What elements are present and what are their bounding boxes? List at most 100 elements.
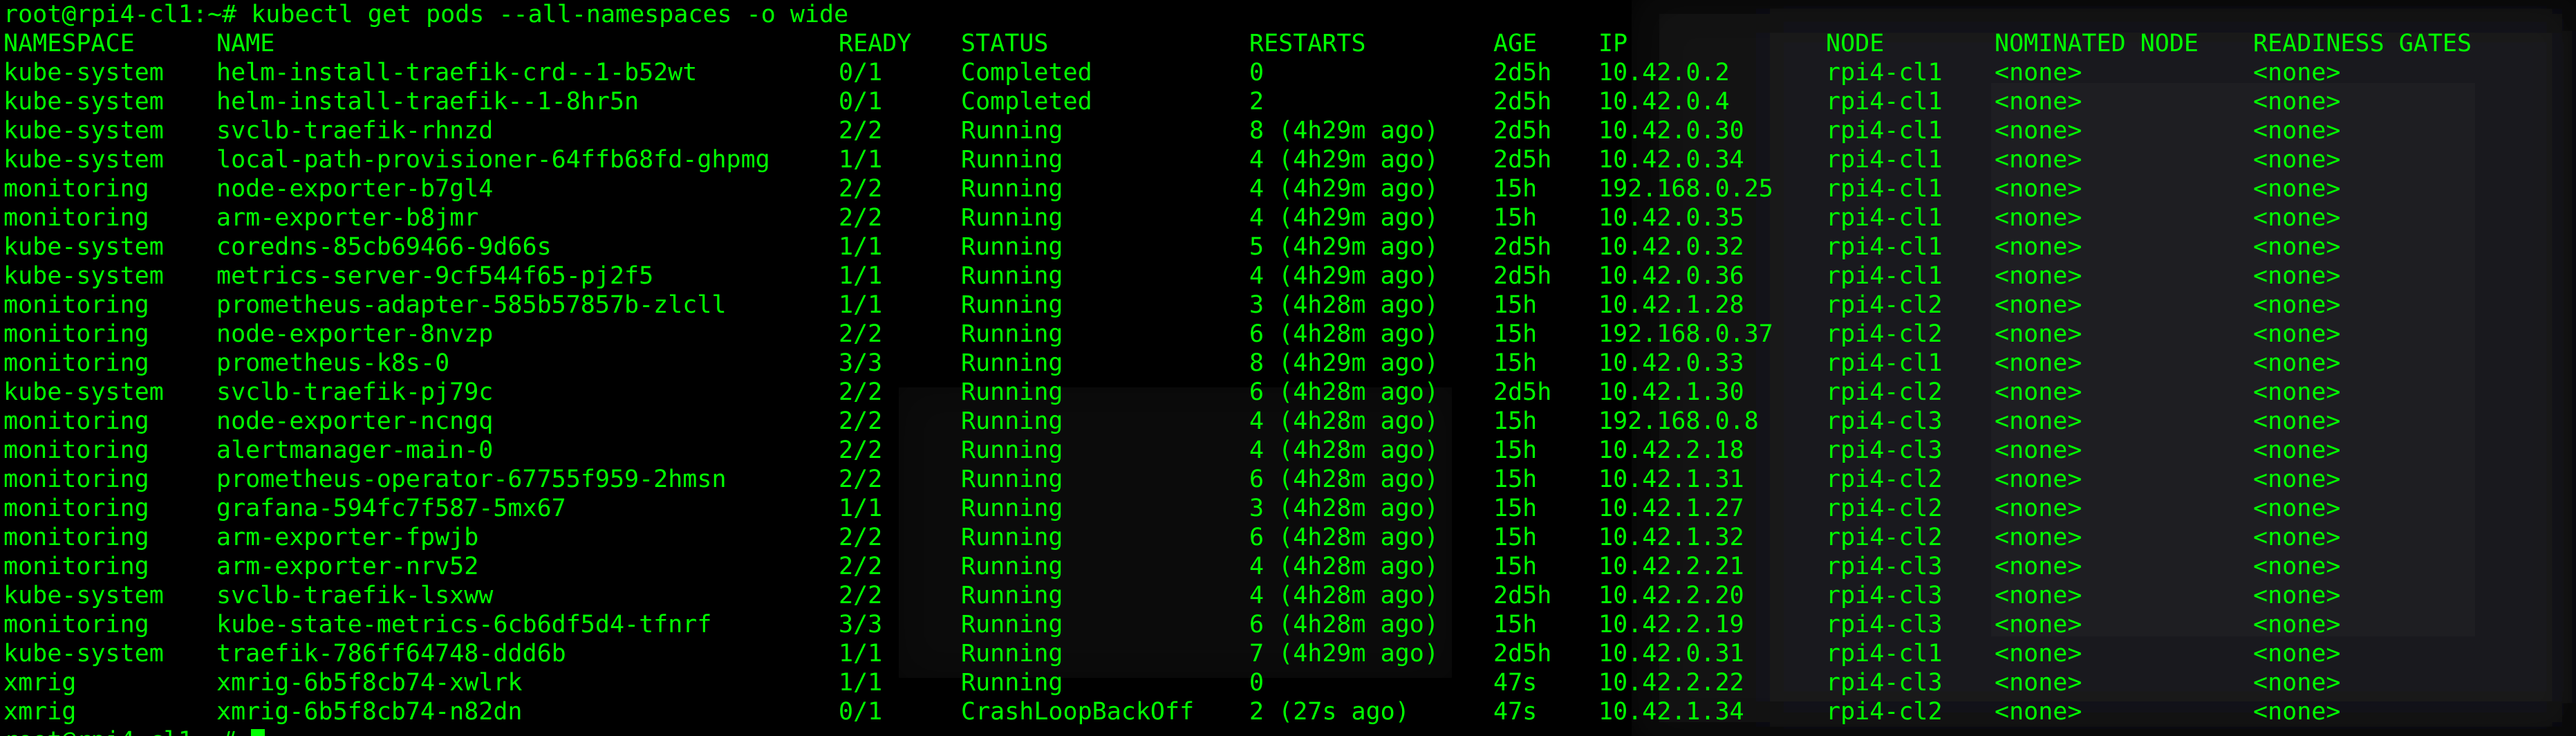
status-cell: Running	[961, 262, 1063, 290]
readiness-gates-cell: <none>	[2253, 320, 2341, 348]
ready-cell: 2/2	[839, 524, 883, 551]
namespace-cell: monitoring	[3, 204, 149, 232]
namespace-cell: kube-system	[3, 262, 164, 290]
table-row: kube-system metrics-server-9cf544f65-pj2f…	[3, 261, 2573, 291]
readiness-gates-cell: <none>	[2253, 233, 2341, 261]
ip-cell: 10.42.1.30	[1598, 378, 1744, 406]
nominated-node-cell: <none>	[1995, 320, 2082, 348]
table-row: monitoring node-exporter-8nvzp 2/2 Running 6…	[3, 320, 2573, 349]
age-cell: 2d5h	[1493, 233, 1552, 261]
ip-cell: 10.42.0.30	[1598, 117, 1744, 145]
age-cell: 2d5h	[1493, 88, 1552, 116]
nominated-node-cell: <none>	[1995, 582, 2082, 609]
command-line: root@rpi4-cl1:~# kubectl get pods --all-…	[3, 0, 2573, 29]
restarts-cell: 4 (4h28m ago)	[1249, 553, 1439, 580]
readiness-gates-cell: <none>	[2253, 291, 2341, 319]
ready-cell: 1/1	[839, 640, 883, 668]
namespace-cell: monitoring	[3, 553, 149, 580]
readiness-gates-cell: <none>	[2253, 524, 2341, 551]
nominated-node-cell: <none>	[1995, 553, 2082, 580]
shell-command: kubectl get pods --all-namespaces -o wid…	[251, 1, 849, 28]
node-cell: rpi4-cl2	[1826, 291, 1943, 319]
age-cell: 15h	[1493, 436, 1538, 464]
node-cell: rpi4-cl3	[1826, 611, 1943, 638]
nominated-node-cell: <none>	[1995, 436, 2082, 464]
namespace-cell: monitoring	[3, 436, 149, 464]
ready-cell: 2/2	[839, 436, 883, 464]
ip-cell: 10.42.1.28	[1598, 291, 1744, 319]
ip-cell: 10.42.0.31	[1598, 640, 1744, 668]
ready-cell: 1/1	[839, 233, 883, 261]
status-cell: Running	[961, 291, 1063, 319]
status-cell: Running	[961, 378, 1063, 406]
nominated-node-cell: <none>	[1995, 407, 2082, 435]
table-row: kube-system helm-install-traefik-crd--1-b…	[3, 58, 2573, 87]
nominated-node-cell: <none>	[1995, 524, 2082, 551]
age-cell: 2d5h	[1493, 262, 1552, 290]
ip-cell: 192.168.0.37	[1598, 320, 1773, 348]
age-cell: 15h	[1493, 204, 1538, 232]
ready-cell: 2/2	[839, 320, 883, 348]
nominated-node-header: NOMINATED NODE	[1995, 30, 2199, 57]
terminal-window[interactable]: root@rpi4-cl1:~# kubectl get pods --all-…	[3, 0, 2573, 736]
ready-cell: 1/1	[839, 291, 883, 319]
node-cell: rpi4-cl1	[1826, 175, 1943, 203]
nominated-node-cell: <none>	[1995, 262, 2082, 290]
ip-cell: 192.168.0.25	[1598, 175, 1773, 203]
readiness-gates-cell: <none>	[2253, 378, 2341, 406]
table-row: monitoring alertmanager-main-0 2/2 Running 4…	[3, 436, 2573, 465]
name-cell: arm-exporter-b8jmr	[216, 204, 479, 232]
namespace-cell: xmrig	[3, 698, 77, 726]
name-cell: helm-install-traefik--1-8hr5n	[216, 88, 640, 116]
name-cell: coredns-85cb69466-9d66s	[216, 233, 552, 261]
namespace-header: NAMESPACE	[3, 30, 135, 57]
name-cell: kube-state-metrics-6cb6df5d4-tfnrf	[216, 611, 712, 638]
status-cell: Running	[961, 204, 1063, 232]
ready-cell: 0/1	[839, 59, 883, 86]
shell-prompt: root@rpi4-cl1:~#	[3, 1, 252, 28]
name-cell: prometheus-adapter-585b57857b-zlcll	[216, 291, 727, 319]
node-cell: rpi4-cl3	[1826, 582, 1943, 609]
node-cell: rpi4-cl3	[1826, 407, 1943, 435]
readiness-gates-cell: <none>	[2253, 611, 2341, 638]
table-row: monitoring node-exporter-ncngq 2/2 Running 4…	[3, 407, 2573, 436]
status-cell: Running	[961, 495, 1063, 522]
status-cell: Running	[961, 524, 1063, 551]
readiness-gates-cell: <none>	[2253, 582, 2341, 609]
name-cell: svclb-traefik-rhnzd	[216, 117, 494, 145]
ready-header: READY	[839, 30, 912, 57]
last-command-line[interactable]: root@rpi4-cl1:~#	[3, 726, 2573, 736]
age-cell: 2d5h	[1493, 117, 1552, 145]
name-cell: arm-exporter-fpwjb	[216, 524, 479, 551]
ip-cell: 10.42.0.32	[1598, 233, 1744, 261]
table-row: kube-system helm-install-traefik--1-8hr5n…	[3, 87, 2573, 116]
table-row: monitoring kube-state-metrics-6cb6df5d4-t…	[3, 610, 2573, 639]
status-cell: Running	[961, 349, 1063, 377]
restarts-cell: 0	[1249, 59, 1264, 86]
restarts-cell: 2	[1249, 88, 1264, 116]
ready-cell: 2/2	[839, 582, 883, 609]
node-cell: rpi4-cl1	[1826, 88, 1943, 116]
nominated-node-cell: <none>	[1995, 175, 2082, 203]
restarts-cell: 0	[1249, 669, 1264, 697]
name-cell: svclb-traefik-pj79c	[216, 378, 494, 406]
ip-cell: 10.42.1.27	[1598, 495, 1744, 522]
namespace-cell: xmrig	[3, 669, 77, 697]
table-row: kube-system local-path-provisioner-64ffb6…	[3, 145, 2573, 174]
ip-header: IP	[1598, 30, 1628, 57]
readiness-gates-cell: <none>	[2253, 59, 2341, 86]
ip-cell: 10.42.0.4	[1598, 88, 1730, 116]
namespace-cell: kube-system	[3, 117, 164, 145]
name-cell: prometheus-operator-67755f959-2hmsn	[216, 466, 727, 493]
table-row: monitoring node-exporter-b7gl4 2/2 Running 4…	[3, 174, 2573, 203]
name-cell: traefik-786ff64748-ddd6b	[216, 640, 566, 668]
ip-cell: 10.42.0.35	[1598, 204, 1744, 232]
age-cell: 15h	[1493, 553, 1538, 580]
shell-prompt: root@rpi4-cl1:~#	[3, 727, 251, 736]
ready-cell: 2/2	[839, 407, 883, 435]
ip-cell: 10.42.1.32	[1598, 524, 1744, 551]
age-cell: 15h	[1493, 320, 1538, 348]
name-cell: grafana-594fc7f587-5mx67	[216, 495, 566, 522]
age-cell: 47s	[1493, 698, 1538, 726]
status-cell: CrashLoopBackOff	[961, 698, 1195, 726]
